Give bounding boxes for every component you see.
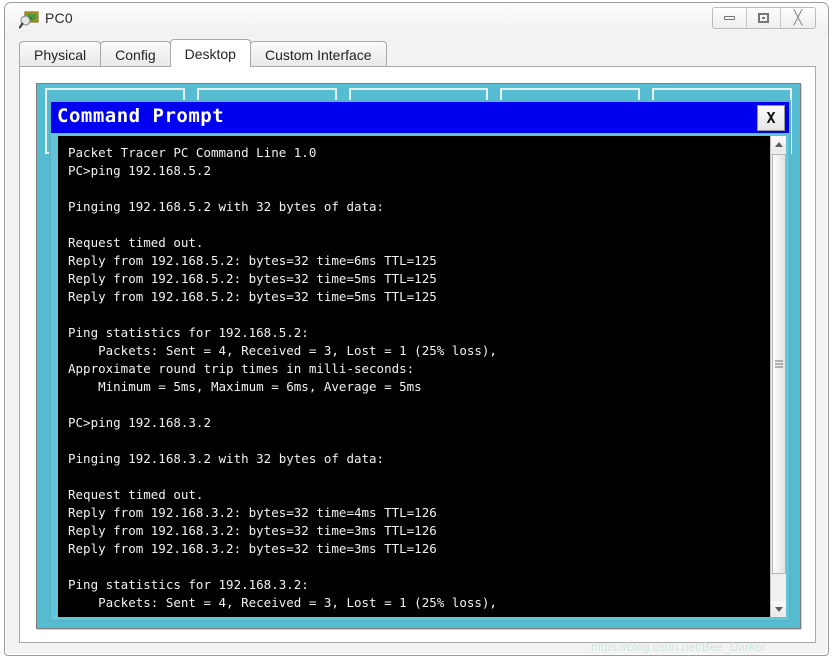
tab-config[interactable]: Config xyxy=(100,41,171,67)
close-icon: X xyxy=(766,109,776,127)
minimize-button[interactable] xyxy=(713,8,747,28)
window-controls: ╳ xyxy=(712,7,816,29)
tab-strip: Physical Config Desktop Custom Interface xyxy=(19,39,387,67)
maximize-button[interactable] xyxy=(747,8,781,28)
tab-label: Config xyxy=(115,46,156,63)
terminal-line: Packet Tracer PC Command Line 1.0 xyxy=(68,145,317,160)
command-prompt-title-bar[interactable]: Command Prompt X xyxy=(51,102,789,133)
terminal-line: Request timed out. xyxy=(68,487,204,502)
scrollbar-thumb[interactable] xyxy=(772,154,786,574)
terminal-line: Minimum = 5ms, Maximum = 6ms, Average = … xyxy=(68,379,422,394)
terminal-line: PC>ping 192.168.5.2 xyxy=(68,163,211,178)
terminal-line: Packets: Sent = 4, Received = 3, Lost = … xyxy=(68,595,497,610)
grip-icon xyxy=(775,360,783,368)
scroll-up-arrow-button[interactable] xyxy=(771,136,786,152)
terminal-line: Reply from 192.168.5.2: bytes=32 time=6m… xyxy=(68,253,437,268)
window-title-bar: PC0 ╳ xyxy=(5,3,828,37)
command-prompt-close-button[interactable]: X xyxy=(757,105,785,131)
device-magnifier-icon xyxy=(18,10,39,30)
terminal-line: Approximate round trip times in milli-se… xyxy=(68,361,415,376)
packet-tracer-desktop: Command Prompt X Packet Tracer PC Comman… xyxy=(36,83,801,629)
terminal-line: Request timed out. xyxy=(68,235,204,250)
tab-label: Desktop xyxy=(184,45,236,62)
minimize-icon xyxy=(724,16,735,20)
terminal-line: Packets: Sent = 4, Received = 3, Lost = … xyxy=(68,343,497,358)
terminal-line: Pinging 192.168.3.2 with 32 bytes of dat… xyxy=(68,451,385,466)
close-icon: ╳ xyxy=(793,10,803,26)
scroll-down-arrow-button[interactable] xyxy=(771,601,786,617)
tab-desktop[interactable]: Desktop xyxy=(169,39,251,67)
tab-content-pane: Command Prompt X Packet Tracer PC Comman… xyxy=(19,66,816,643)
tab-custom-interface[interactable]: Custom Interface xyxy=(249,41,387,67)
chevron-up-icon xyxy=(774,141,783,147)
tab-label: Custom Interface xyxy=(264,46,372,63)
command-prompt-window: Command Prompt X Packet Tracer PC Comman… xyxy=(49,100,791,622)
terminal-line: Ping statistics for 192.168.5.2: xyxy=(68,325,309,340)
terminal-line: Reply from 192.168.5.2: bytes=32 time=5m… xyxy=(68,289,437,304)
terminal-scrollbar[interactable] xyxy=(770,136,786,617)
maximize-icon xyxy=(758,13,769,23)
terminal-line: Reply from 192.168.3.2: bytes=32 time=3m… xyxy=(68,541,437,556)
chevron-down-icon xyxy=(774,606,783,612)
terminal-line: PC>ping 192.168.3.2 xyxy=(68,415,211,430)
tab-physical[interactable]: Physical xyxy=(19,41,102,67)
command-prompt-title: Command Prompt xyxy=(57,105,225,127)
terminal-area: Packet Tracer PC Command Line 1.0 PC>ping… xyxy=(58,136,786,617)
terminal-line: Reply from 192.168.3.2: bytes=32 time=4m… xyxy=(68,505,437,520)
terminal-line: Pinging 192.168.5.2 with 32 bytes of dat… xyxy=(68,199,385,214)
terminal-line: Reply from 192.168.3.2: bytes=32 time=3m… xyxy=(68,523,437,538)
terminal-line: Ping statistics for 192.168.3.2: xyxy=(68,577,309,592)
terminal-line: Reply from 192.168.5.2: bytes=32 time=5m… xyxy=(68,271,437,286)
terminal-output[interactable]: Packet Tracer PC Command Line 1.0 PC>ping… xyxy=(58,136,770,617)
window-title: PC0 xyxy=(45,10,73,26)
close-button[interactable]: ╳ xyxy=(781,8,815,28)
tab-label: Physical xyxy=(34,46,87,63)
pc0-device-window: PC0 ╳ Physical Config Desktop Custom Int… xyxy=(4,2,829,656)
